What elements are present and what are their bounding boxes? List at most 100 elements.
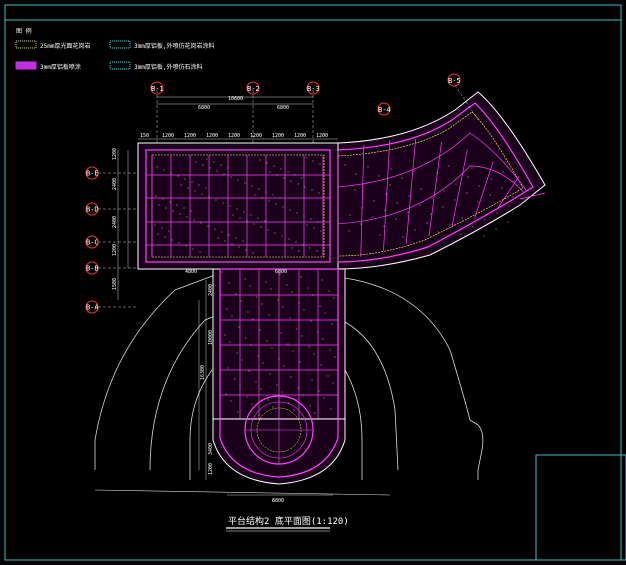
axis-label-b-b: B-B <box>86 265 99 273</box>
deck-dot <box>223 173 225 175</box>
deck-dot <box>155 195 157 197</box>
deck-dot <box>153 157 155 159</box>
stem-dot <box>270 288 272 290</box>
stem-dot <box>278 358 280 360</box>
deck-dot <box>237 179 239 181</box>
stem-dot <box>323 397 325 399</box>
axis-label-b1: B-1 <box>151 85 164 93</box>
stem-dot <box>252 318 254 320</box>
row-dim-label: 1200 <box>228 133 240 139</box>
stem-dot <box>319 305 321 307</box>
outer-arch-left <box>94 274 216 470</box>
stem-dot <box>246 396 248 398</box>
wing-dot <box>384 209 386 211</box>
deck-dot <box>294 174 296 176</box>
deck-dot <box>290 180 292 182</box>
stem-dot <box>313 353 315 355</box>
stem-dot <box>333 297 335 299</box>
deck-dot <box>176 204 178 206</box>
stem-dot <box>247 311 249 313</box>
wing-dot <box>478 185 480 187</box>
deck-dot <box>244 182 246 184</box>
wing-dot <box>430 213 432 215</box>
deck-dot <box>213 161 215 163</box>
stem-dot <box>230 400 232 402</box>
stem-dot <box>309 405 311 407</box>
deck-dot <box>154 224 156 226</box>
stem-dot <box>251 403 253 405</box>
stem-dot <box>334 356 336 358</box>
stem-dot <box>298 302 300 304</box>
wing-dot <box>449 224 451 226</box>
deck-dot <box>205 187 207 189</box>
wing-dot <box>401 177 403 179</box>
deck-dot <box>257 217 259 219</box>
deck-dot <box>258 188 260 190</box>
wing-dot <box>489 194 491 196</box>
stem-dot <box>317 331 319 333</box>
wing-dot <box>420 188 422 190</box>
stem-dot <box>235 293 237 295</box>
deck-dot <box>265 191 267 193</box>
arch-base-line <box>94 489 391 496</box>
stem-dot <box>268 314 270 316</box>
row-dim-label: 150 <box>140 133 149 139</box>
stem-dot <box>288 402 290 404</box>
row-dim-label: 1200 <box>250 133 262 139</box>
deck-dot <box>272 194 274 196</box>
row-dim-label: 1200 <box>184 133 196 139</box>
stem-dot <box>324 312 326 314</box>
legend-swatch-2 <box>109 40 131 49</box>
wing-dot <box>495 228 497 230</box>
row-dim-label: 1200 <box>316 133 328 139</box>
stem-dot <box>277 299 279 301</box>
stem-dot <box>259 329 261 331</box>
deck-dot <box>297 183 299 185</box>
wing-dot <box>454 199 456 201</box>
deck-dot <box>201 193 203 195</box>
wing-dot <box>512 196 514 198</box>
stem-dot <box>237 411 239 413</box>
left-dim-label: 1200 <box>112 148 118 160</box>
deck-dot <box>283 177 285 179</box>
wing-dot <box>348 230 350 232</box>
stem-dot <box>318 390 320 392</box>
deck-dot <box>235 237 237 239</box>
deck-dot <box>280 168 282 170</box>
stem-dimensions: 2400 10000 16300 3400 1200 <box>198 280 214 480</box>
deck-dot <box>264 220 266 222</box>
wing-dot <box>501 187 503 189</box>
stem-dot <box>330 408 332 410</box>
deck-dot <box>170 172 172 174</box>
wing-dot <box>431 197 433 199</box>
stem-dot <box>291 291 293 293</box>
stem-dot <box>290 376 292 378</box>
legend-label-2: 3mm厚铝板,外喷仿花岗岩涂料 <box>134 42 214 50</box>
wing-dot <box>366 182 368 184</box>
wing-dot <box>442 206 444 208</box>
stem-dot <box>292 350 294 352</box>
mid-arch-left <box>149 315 216 471</box>
deck-dot <box>306 224 308 226</box>
curved-wing <box>337 91 546 270</box>
deck-dot <box>214 228 216 230</box>
deck-dot <box>261 197 263 199</box>
stem-dot <box>229 341 231 343</box>
outer-arch-right <box>344 277 484 480</box>
stem-dot <box>311 379 313 381</box>
top-dimensions: 6800 10600 6800 <box>157 96 313 111</box>
wing-dot <box>472 226 474 228</box>
dim-bottom-row-2: 6800 <box>275 269 287 275</box>
deck-dot <box>266 162 268 164</box>
wing-dot <box>496 212 498 214</box>
deck-dot <box>163 169 165 171</box>
deck-dot <box>221 231 223 233</box>
deck-dot <box>177 175 179 177</box>
deck-dot <box>199 251 201 253</box>
stem-dot <box>266 340 268 342</box>
deck-dot <box>161 227 163 229</box>
stem-dot <box>300 276 302 278</box>
deck-dot <box>288 238 290 240</box>
wing-dot <box>477 201 479 203</box>
deck-dot <box>313 227 315 229</box>
